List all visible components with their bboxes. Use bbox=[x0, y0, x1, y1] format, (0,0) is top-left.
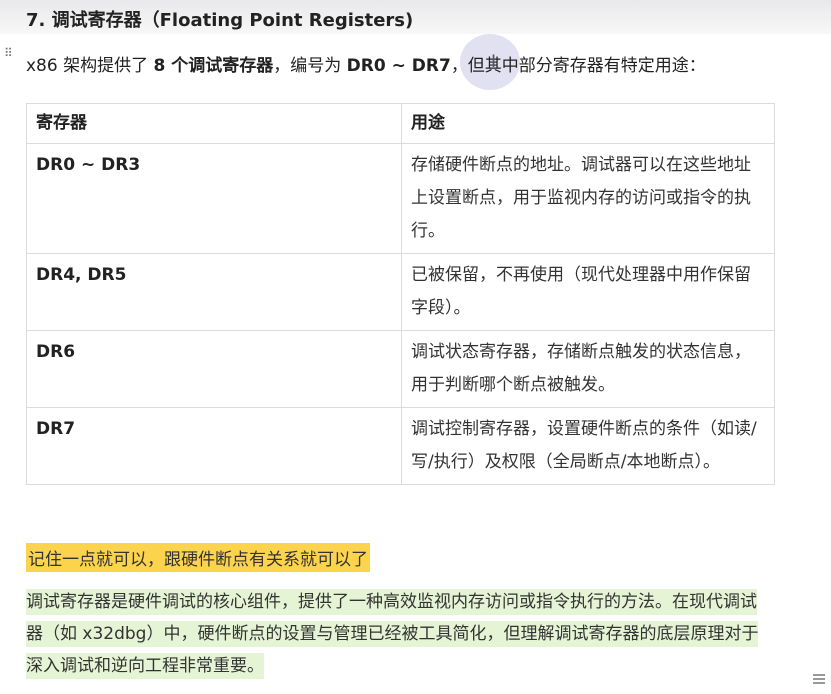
section-heading: 7. 调试寄存器（Floating Point Registers) bbox=[26, 10, 414, 31]
floating-tool-icon[interactable] bbox=[812, 660, 826, 690]
highlighted-note: 记住一点就可以，跟硬件断点有关系就可以了 bbox=[26, 543, 370, 572]
table-row: DR4, DR5 已被保留，不再使用（现代处理器中用作保留字段）。 bbox=[26, 253, 775, 331]
register-use: 调试状态寄存器，存储断点触发的状态信息，用于判断哪个断点被触发。 bbox=[401, 330, 775, 408]
table-header-row: 寄存器 用途 bbox=[26, 103, 775, 144]
registers-table: 寄存器 用途 DR0 ~ DR3 存储硬件断点的地址。调试器可以在这些地址上设置… bbox=[26, 103, 775, 485]
intro-paragraph: x86 架构提供了 8 个调试寄存器，编号为 DR0 ~ DR7，但其中部分寄存… bbox=[26, 51, 706, 76]
intro-bold-1: 8 个调试寄存器 bbox=[153, 56, 274, 76]
register-name: DR4, DR5 bbox=[26, 253, 402, 331]
register-use: 存储硬件断点的地址。调试器可以在这些地址上设置断点，用于监视内存的访问或指令的执… bbox=[401, 143, 775, 254]
table-row: DR0 ~ DR3 存储硬件断点的地址。调试器可以在这些地址上设置断点，用于监视… bbox=[26, 143, 775, 254]
register-name: DR7 bbox=[26, 407, 402, 485]
header-register: 寄存器 bbox=[26, 103, 402, 144]
register-use: 已被保留，不再使用（现代处理器中用作保留字段）。 bbox=[401, 253, 775, 331]
header-use: 用途 bbox=[401, 103, 775, 144]
intro-text-1: x86 架构提供了 bbox=[26, 56, 154, 76]
text-cursor-icon: I bbox=[491, 52, 497, 72]
table-row: DR7 调试控制寄存器，设置硬件断点的条件（如读/写/执行）及权限（全局断点/本… bbox=[26, 407, 775, 485]
register-use: 调试控制寄存器，设置硬件断点的条件（如读/写/执行）及权限（全局断点/本地断点）… bbox=[401, 407, 775, 485]
summary-paragraph: 调试寄存器是硬件调试的核心组件，提供了一种高效监视内存访问或指令执行的方法。在现… bbox=[26, 586, 772, 682]
intro-text-2: ，编号为 bbox=[273, 56, 347, 76]
intro-text-3: ，但其中部分寄存器有特定用途： bbox=[450, 56, 706, 76]
intro-bold-2: DR0 ~ DR7 bbox=[346, 56, 451, 76]
register-name: DR6 bbox=[26, 330, 402, 408]
register-name: DR0 ~ DR3 bbox=[26, 143, 402, 254]
drag-handle-icon[interactable]: ⠿ bbox=[4, 47, 14, 59]
table-row: DR6 调试状态寄存器，存储断点触发的状态信息，用于判断哪个断点被触发。 bbox=[26, 330, 775, 408]
summary-text: 调试寄存器是硬件调试的核心组件，提供了一种高效监视内存访问或指令执行的方法。在现… bbox=[26, 589, 759, 679]
